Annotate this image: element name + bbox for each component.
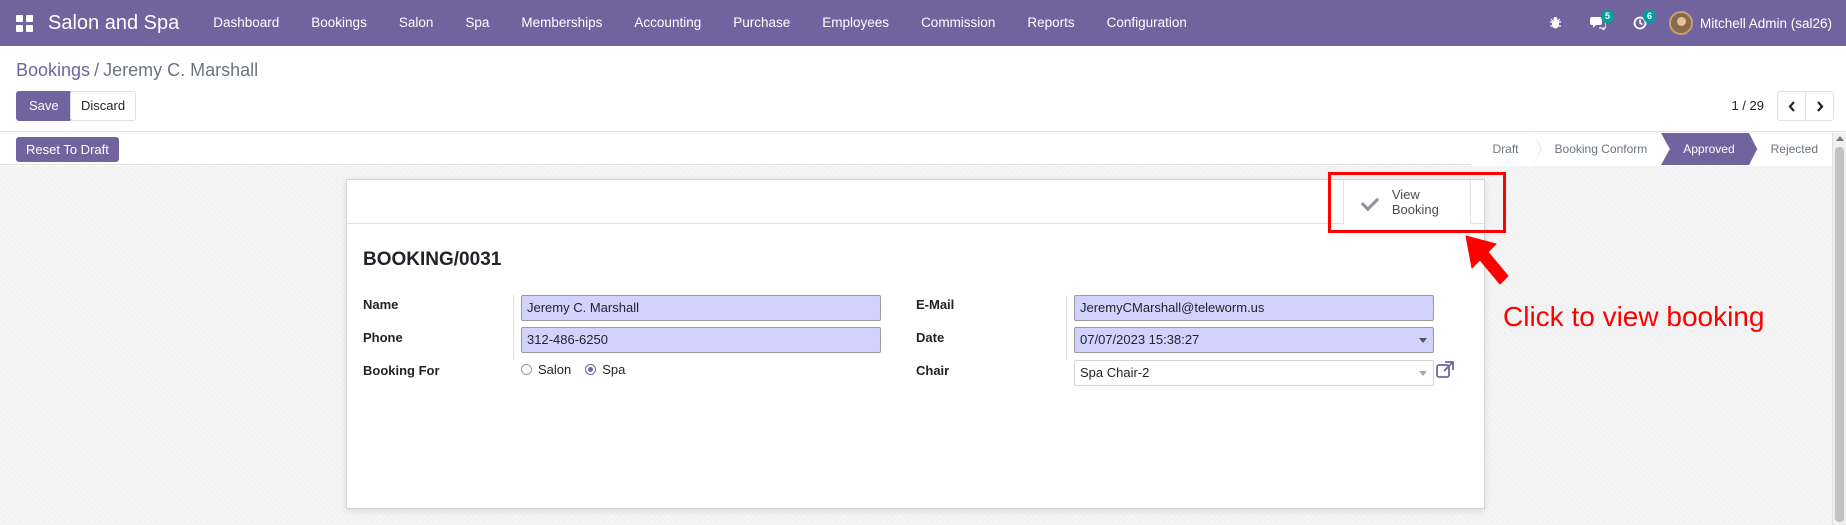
pager-counter[interactable]: 1 / 29: [1731, 98, 1764, 113]
save-button[interactable]: Save: [16, 91, 72, 121]
phone-label: Phone: [363, 330, 403, 345]
menu-item-dashboard[interactable]: Dashboard: [197, 0, 295, 46]
right-group-divider: [1066, 295, 1067, 360]
main-menu: Dashboard Bookings Salon Spa Memberships…: [197, 0, 1203, 46]
name-label: Name: [363, 297, 399, 312]
apps-menu-icon[interactable]: [0, 0, 48, 46]
scrollbar-thumb[interactable]: [1835, 147, 1844, 522]
scroll-up-arrow-icon[interactable]: [1836, 136, 1844, 141]
radio-spa-label[interactable]: Spa: [602, 362, 625, 377]
red-pointer-arrow-icon: [1465, 235, 1509, 285]
stage-approved[interactable]: Approved: [1661, 133, 1759, 165]
form-statusbar: Reset To Draft Draft Booking Conform App…: [0, 133, 1832, 165]
discard-button[interactable]: Discard: [70, 91, 137, 121]
menu-item-memberships[interactable]: Memberships: [505, 0, 618, 46]
menu-item-accounting[interactable]: Accounting: [618, 0, 717, 46]
chair-select[interactable]: Spa Chair-2: [1074, 360, 1434, 386]
radio-spa[interactable]: [585, 364, 597, 375]
breadcrumb-separator: /: [94, 60, 100, 80]
activities-clock-icon[interactable]: 6: [1627, 0, 1656, 46]
email-field[interactable]: JeremyCMarshall@teleworm.us: [1074, 295, 1434, 321]
menu-item-bookings[interactable]: Bookings: [295, 0, 383, 46]
booking-for-label: Booking For: [363, 363, 440, 378]
navbar-systray: 5 6 Mitchell Admin (sal26): [1543, 0, 1846, 46]
stage-rejected[interactable]: Rejected: [1748, 133, 1832, 165]
chair-value: Spa Chair-2: [1080, 365, 1150, 380]
date-value: 07/07/2023 15:38:27: [1080, 332, 1200, 347]
top-navbar: Salon and Spa Dashboard Bookings Salon S…: [0, 0, 1846, 46]
menu-item-commission[interactable]: Commission: [905, 0, 1011, 46]
debug-bug-icon[interactable]: [1543, 0, 1569, 46]
menu-item-reports[interactable]: Reports: [1011, 0, 1090, 46]
left-group-divider: [513, 295, 514, 360]
menu-item-salon[interactable]: Salon: [383, 0, 450, 46]
date-dropdown-caret-icon[interactable]: [1419, 338, 1427, 343]
name-field[interactable]: Jeremy C. Marshall: [521, 295, 881, 321]
vertical-scrollbar[interactable]: [1832, 133, 1846, 525]
form-sheet: View Booking BOOKING/0031 Name Jeremy C.…: [346, 179, 1485, 509]
breadcrumb-current: Jeremy C. Marshall: [103, 60, 259, 80]
booking-reference: BOOKING/0031: [363, 249, 502, 270]
menu-item-spa[interactable]: Spa: [449, 0, 505, 46]
app-brand[interactable]: Salon and Spa: [48, 12, 179, 35]
email-label: E-Mail: [916, 297, 955, 312]
status-stages: Draft Booking Conform Approved Rejected: [1470, 133, 1832, 165]
messages-chat-icon[interactable]: 5: [1585, 0, 1614, 46]
breadcrumb-bookings-link[interactable]: Bookings: [16, 60, 90, 80]
chevron-left-icon: [1788, 100, 1795, 112]
user-avatar[interactable]: [1668, 11, 1693, 35]
pager-previous-button[interactable]: [1777, 91, 1806, 121]
radio-salon[interactable]: [521, 364, 532, 375]
messages-count-badge: 5: [1600, 10, 1614, 23]
phone-field[interactable]: 312-486-6250: [521, 327, 881, 353]
menu-item-purchase[interactable]: Purchase: [717, 0, 806, 46]
menu-item-employees[interactable]: Employees: [806, 0, 905, 46]
stage-booking-conform[interactable]: Booking Conform: [1532, 133, 1670, 165]
stage-draft[interactable]: Draft: [1470, 133, 1542, 165]
highlight-box: [1328, 172, 1506, 233]
chair-dropdown-caret-icon[interactable]: [1419, 371, 1427, 376]
pager-next-button[interactable]: [1805, 91, 1834, 121]
date-field[interactable]: 07/07/2023 15:38:27: [1074, 327, 1434, 353]
user-menu[interactable]: Mitchell Admin (sal26): [1700, 16, 1832, 31]
radio-salon-label[interactable]: Salon: [538, 362, 571, 377]
activities-count-badge: 6: [1642, 10, 1656, 23]
booking-for-radio-group: Salon Spa: [521, 362, 639, 377]
breadcrumb: Bookings / Jeremy C. Marshall: [16, 60, 258, 81]
menu-item-configuration[interactable]: Configuration: [1091, 0, 1203, 46]
control-panel: Bookings / Jeremy C. Marshall Save Discard…: [0, 46, 1846, 132]
annotation-callout: Click to view booking: [1503, 301, 1765, 332]
smart-button-box: View Booking: [347, 180, 1484, 224]
date-label: Date: [916, 330, 945, 345]
chevron-right-icon: [1816, 100, 1823, 112]
chair-label: Chair: [916, 363, 950, 378]
external-link-icon[interactable]: [1436, 361, 1455, 379]
reset-to-draft-button[interactable]: Reset To Draft: [16, 137, 119, 162]
